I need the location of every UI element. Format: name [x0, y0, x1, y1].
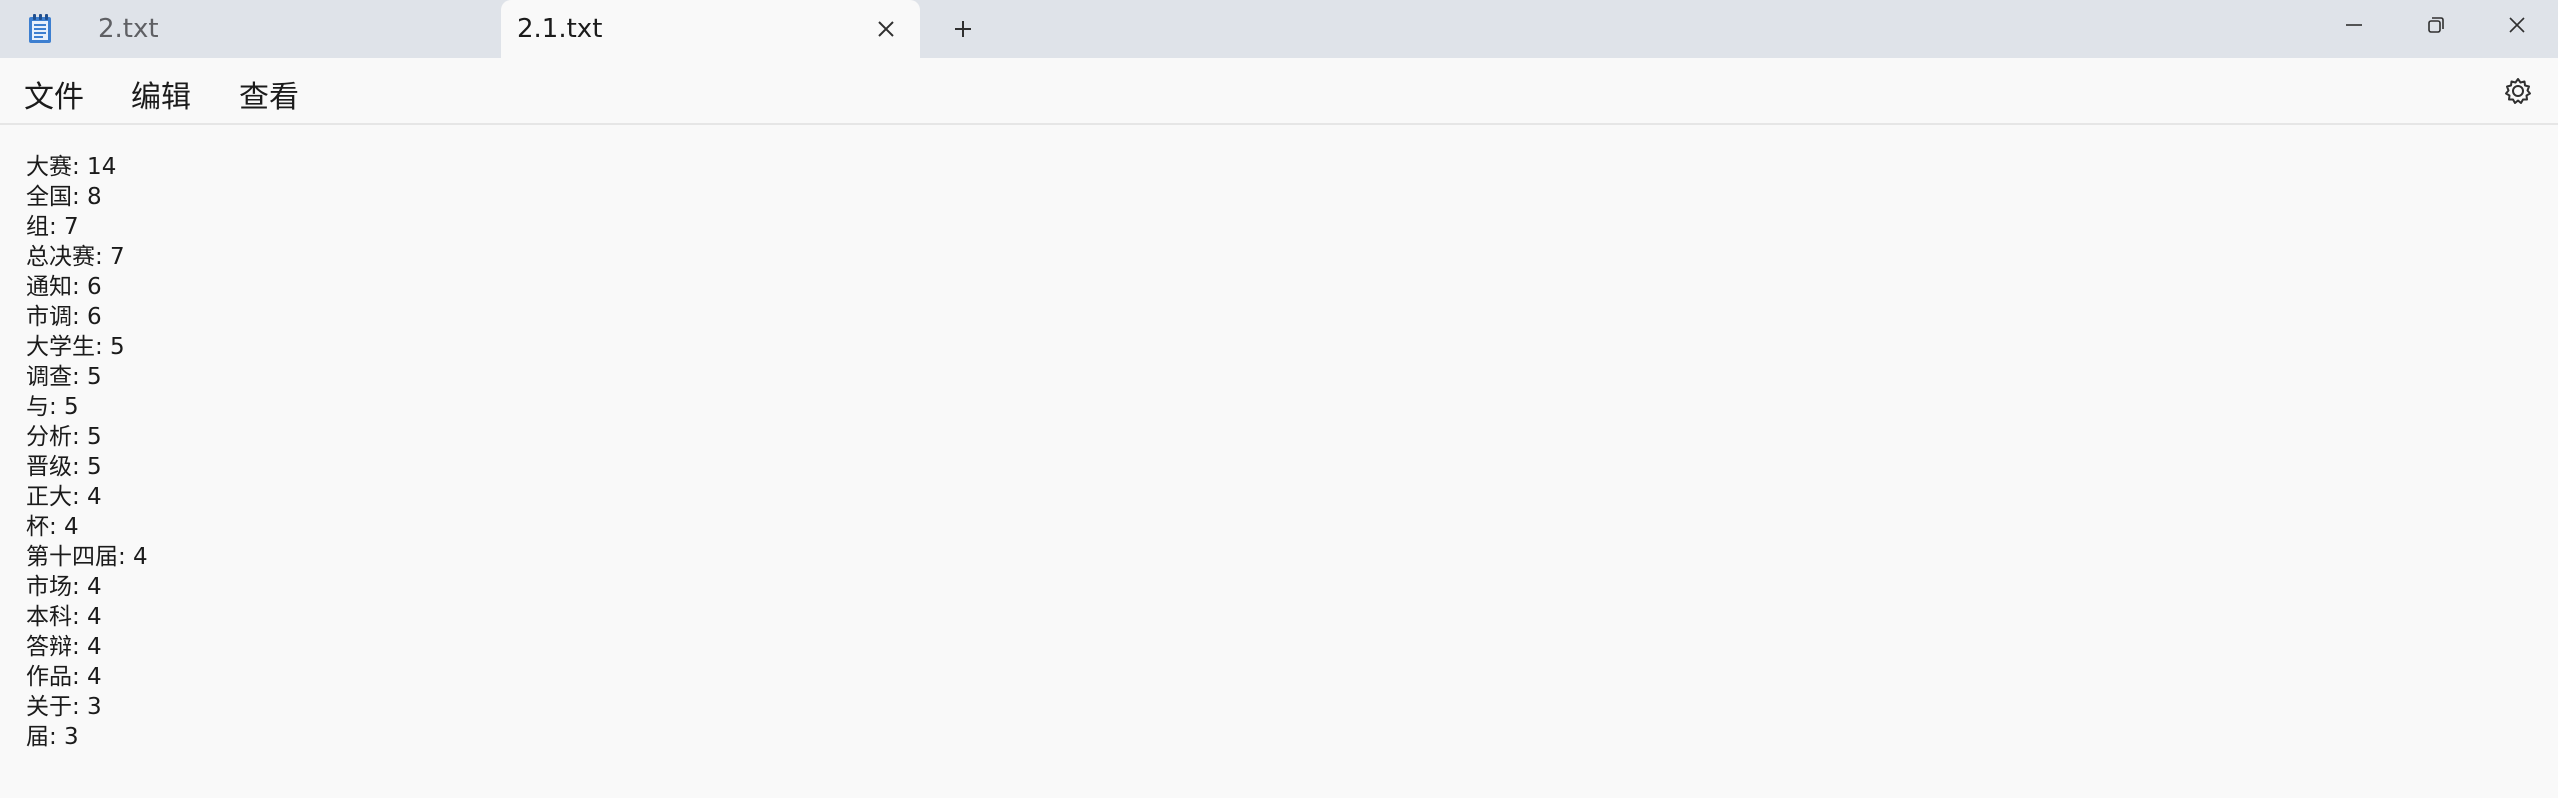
menu-file[interactable]: 文件 — [20, 72, 88, 116]
text-line: 通知: 6 — [26, 274, 102, 300]
text-line: 大赛: 14 — [26, 154, 117, 180]
text-line: 调查: 5 — [26, 364, 102, 390]
text-line: 市场: 4 — [26, 574, 102, 600]
text-line: 晋级: 5 — [26, 454, 102, 480]
tab-2-1-txt[interactable]: 2.1.txt — [501, 0, 920, 58]
tab-label: 2.1.txt — [517, 14, 603, 44]
text-line: 总决赛: 7 — [26, 244, 125, 270]
text-line: 市调: 6 — [26, 304, 102, 330]
title-bar: 2.txt 2.1.txt — [0, 0, 2558, 58]
tab-2-txt[interactable]: 2.txt — [80, 0, 498, 58]
text-line: 杯: 4 — [26, 514, 79, 540]
text-line: 关于: 3 — [26, 694, 102, 720]
text-editor[interactable]: 大赛: 14 全国: 8 组: 7 总决赛: 7 通知: 6 市调: 6 大学生: 5 调查:… — [0, 125, 2558, 798]
close-icon[interactable] — [874, 17, 898, 41]
notepad-icon — [26, 13, 56, 45]
tab-label: 2.txt — [98, 14, 159, 44]
text-line: 大学生: 5 — [26, 334, 125, 360]
text-line: 分析: 5 — [26, 424, 102, 450]
text-line: 届: 3 — [26, 724, 79, 750]
text-line: 作品: 4 — [26, 664, 102, 690]
plus-icon[interactable] — [947, 13, 979, 45]
minimize-icon[interactable] — [2314, 0, 2394, 50]
text-line: 全国: 8 — [26, 184, 102, 210]
menu-view[interactable]: 查看 — [235, 72, 303, 116]
text-line: 第十四届: 4 — [26, 544, 148, 570]
text-line: 与: 5 — [26, 394, 79, 420]
text-line: 本科: 4 — [26, 604, 102, 630]
menu-bar: 文件 编辑 查看 — [0, 58, 2558, 125]
text-line: 答辩: 4 — [26, 634, 102, 660]
text-line: 正大: 4 — [26, 484, 102, 510]
text-line: 组: 7 — [26, 214, 79, 240]
editor-lines: 大赛: 14 全国: 8 组: 7 总决赛: 7 通知: 6 市调: 6 大学生: 5 调查:… — [26, 152, 148, 752]
restore-icon[interactable] — [2396, 0, 2476, 50]
gear-icon[interactable] — [2498, 71, 2538, 111]
close-icon[interactable] — [2477, 0, 2557, 50]
menu-edit[interactable]: 编辑 — [127, 72, 195, 116]
